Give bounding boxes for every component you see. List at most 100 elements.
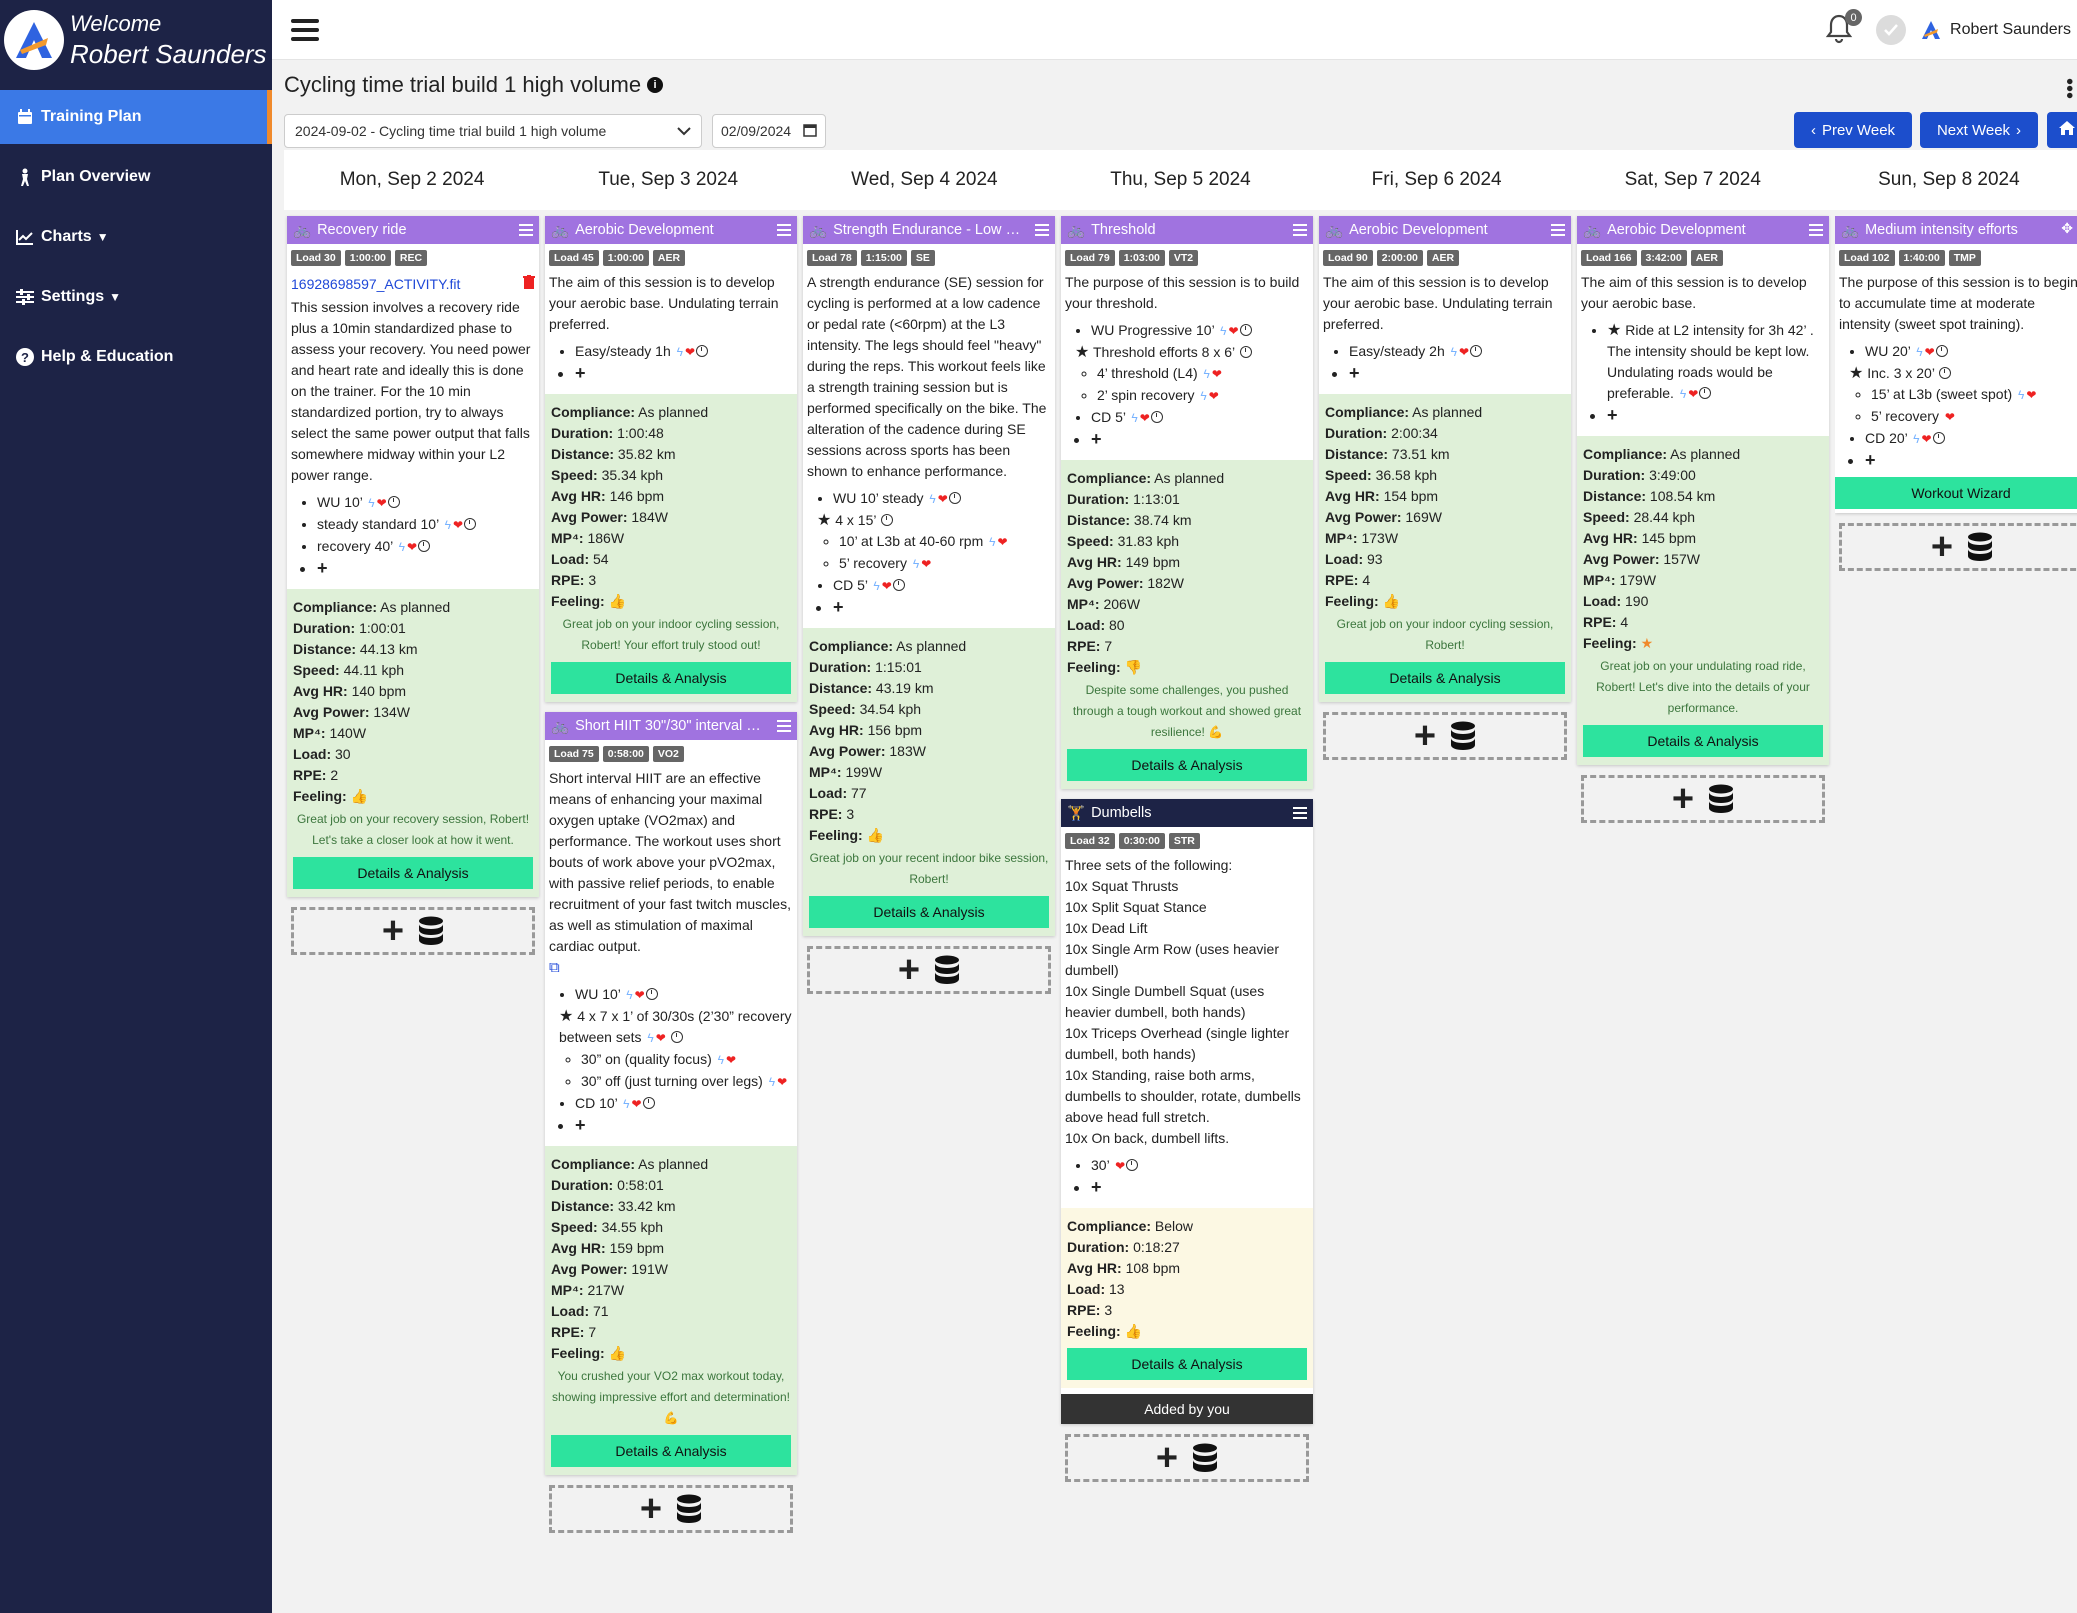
clock-icon	[1932, 432, 1945, 444]
workout-card[interactable]: 🚲 Aerobic Development Load 45 1:00:00 AE…	[545, 216, 797, 702]
workout-description: The purpose of this session is to begin …	[1839, 274, 2077, 332]
workout-card[interactable]: 🚲 Short HIIT 30"/30" interval ride Load …	[545, 712, 797, 1475]
home-week-button[interactable]	[2047, 112, 2077, 148]
rpe-value: 3	[1104, 1302, 1113, 1318]
card-menu-icon[interactable]	[1551, 224, 1565, 236]
notifications-button[interactable]: 0	[1824, 9, 1863, 47]
prev-week-button[interactable]: ‹ Prev Week	[1794, 112, 1912, 148]
sidebar-item-help[interactable]: ? Help & Education	[0, 330, 272, 384]
plan-select[interactable]: 2024-09-02 - Cycling time trial build 1 …	[284, 114, 702, 148]
check-circle-icon[interactable]	[1876, 15, 1907, 45]
add-workout-button[interactable]: +	[1323, 712, 1567, 760]
details-analysis-button[interactable]: Details & Analysis	[1067, 1348, 1307, 1380]
add-step-button[interactable]: +	[1607, 405, 1825, 426]
card-menu-icon[interactable]	[777, 224, 791, 236]
workout-card[interactable]: 🏋 Dumbells Load 32 0:30:00 STR Three set…	[1061, 799, 1313, 1424]
sidebar-item-settings[interactable]: Settings ▼	[0, 270, 272, 324]
rpe-value: 3	[588, 572, 597, 588]
card-menu-icon[interactable]	[1035, 224, 1049, 236]
activity-file-link[interactable]: 16928698597_ACTIVITY.fit	[291, 274, 460, 295]
heart-icon: ❤	[1115, 1159, 1126, 1173]
workout-description: The purpose of this session is to build …	[1065, 274, 1300, 311]
add-step-button[interactable]: +	[1349, 363, 1567, 384]
workout-summary: Compliance: Below Duration: 0:18:27 Avg …	[1061, 1208, 1313, 1388]
speed-label: Speed:	[1067, 533, 1114, 549]
hamburger-menu-icon[interactable]	[291, 18, 319, 41]
power-icon: ϟ	[1679, 387, 1687, 401]
workout-step: WU 20’ ϟ❤	[1865, 341, 2077, 363]
details-analysis-button[interactable]: Details & Analysis	[551, 1435, 791, 1467]
add-step-button[interactable]: +	[575, 363, 793, 384]
add-step-button[interactable]: +	[833, 597, 1051, 618]
workout-wizard-button[interactable]: Workout Wizard	[1835, 477, 2077, 509]
workout-card[interactable]: 🚲 Strength Endurance - Low cadence Load …	[803, 216, 1055, 936]
info-icon[interactable]: i	[647, 77, 664, 93]
distance-value: 73.51 km	[1391, 446, 1450, 462]
compliance-label: Compliance:	[1583, 446, 1668, 462]
card-menu-icon[interactable]	[777, 720, 791, 732]
user-menu[interactable]: Robert Saunders	[1950, 21, 2071, 39]
distance-value: 35.82 km	[617, 446, 676, 462]
add-workout-button[interactable]: +	[549, 1485, 793, 1533]
load-value: 13	[1109, 1281, 1125, 1297]
add-step-button[interactable]: +	[1865, 450, 2077, 471]
card-menu-icon[interactable]	[1293, 224, 1307, 236]
calendar-icon[interactable]	[803, 123, 817, 140]
step-text: CD 5’	[833, 577, 868, 593]
load-label: Load:	[1067, 617, 1106, 633]
rpe-value: 4	[1362, 572, 1371, 588]
details-analysis-button[interactable]: Details & Analysis	[1067, 749, 1307, 781]
card-menu-icon[interactable]	[519, 224, 533, 236]
workout-step: CD 5’ ϟ❤	[1091, 407, 1309, 429]
sidebar-item-training-plan[interactable]: Training Plan	[0, 90, 272, 144]
add-workout-button[interactable]: +	[291, 907, 535, 955]
more-options-icon[interactable]: •••	[2058, 78, 2077, 99]
database-icon	[1709, 784, 1734, 813]
star-icon: ★	[1607, 322, 1622, 339]
week-date-input[interactable]: 02/09/2024	[712, 114, 826, 148]
add-workout-button[interactable]: +	[1065, 1434, 1309, 1482]
workout-summary: Compliance: As planned Duration: 1:00:01…	[287, 589, 539, 897]
add-step-button[interactable]: +	[1091, 429, 1309, 450]
trash-icon[interactable]	[523, 274, 535, 295]
add-workout-button[interactable]: +	[1581, 775, 1825, 823]
workout-step: WU 10’ ϟ❤	[575, 984, 793, 1006]
speed-label: Speed:	[551, 467, 598, 483]
mp-value: 179W	[1619, 572, 1657, 588]
sidebar-item-charts[interactable]: Charts ▼	[0, 210, 272, 264]
external-link-icon[interactable]: ⧉	[549, 957, 793, 978]
workout-step: WU 10’ steady ϟ❤	[833, 488, 1051, 510]
add-step-button[interactable]: +	[317, 558, 535, 579]
heart-icon: ❤	[921, 557, 932, 571]
compliance-value: As planned	[1670, 446, 1741, 462]
workout-description-line: 10x Single Arm Row (uses heavier dumbell…	[1065, 941, 1279, 978]
bike-icon: 🚲	[551, 718, 570, 735]
add-step-button[interactable]: +	[575, 1115, 793, 1136]
workout-card[interactable]: 🚲 Threshold Load 79 1:03:00 VT2 The purp…	[1061, 216, 1313, 789]
workout-card[interactable]: 🚲 Recovery ride Load 30 1:00:00 REC 1692…	[287, 216, 539, 897]
day-column-tue: 🚲 Aerobic Development Load 45 1:00:00 AE…	[545, 216, 797, 1543]
add-step-button[interactable]: +	[1091, 1177, 1309, 1198]
type-tag: REC	[394, 250, 428, 266]
mp-value: 199W	[845, 764, 883, 780]
details-analysis-button[interactable]: Details & Analysis	[293, 857, 533, 889]
move-icon[interactable]: ✥	[2061, 220, 2073, 237]
details-analysis-button[interactable]: Details & Analysis	[809, 896, 1049, 928]
details-analysis-button[interactable]: Details & Analysis	[1583, 725, 1823, 757]
sidebar-item-label: Help & Education	[41, 348, 174, 365]
details-analysis-button[interactable]: Details & Analysis	[551, 662, 791, 694]
sidebar-item-plan-overview[interactable]: Plan Overview	[0, 150, 272, 204]
card-menu-icon[interactable]	[1809, 224, 1823, 236]
next-week-button[interactable]: Next Week ›	[1920, 112, 2038, 148]
workout-card[interactable]: 🚲 Aerobic Development Load 166 3:42:00 A…	[1577, 216, 1829, 765]
card-menu-icon[interactable]	[1293, 807, 1307, 819]
rpe-value: 2	[330, 767, 339, 783]
type-tag: STR	[1168, 833, 1200, 849]
add-workout-button[interactable]: +	[807, 946, 1051, 994]
workout-card[interactable]: 🚲 Aerobic Development Load 90 2:00:00 AE…	[1319, 216, 1571, 702]
heart-icon: ❤	[1211, 367, 1222, 381]
add-workout-button[interactable]: +	[1839, 523, 2077, 571]
avg-hr-label: Avg HR:	[1325, 488, 1380, 504]
workout-card[interactable]: 🚲 Medium intensity efforts ✥ Load 102 1:…	[1835, 216, 2077, 513]
details-analysis-button[interactable]: Details & Analysis	[1325, 662, 1565, 694]
